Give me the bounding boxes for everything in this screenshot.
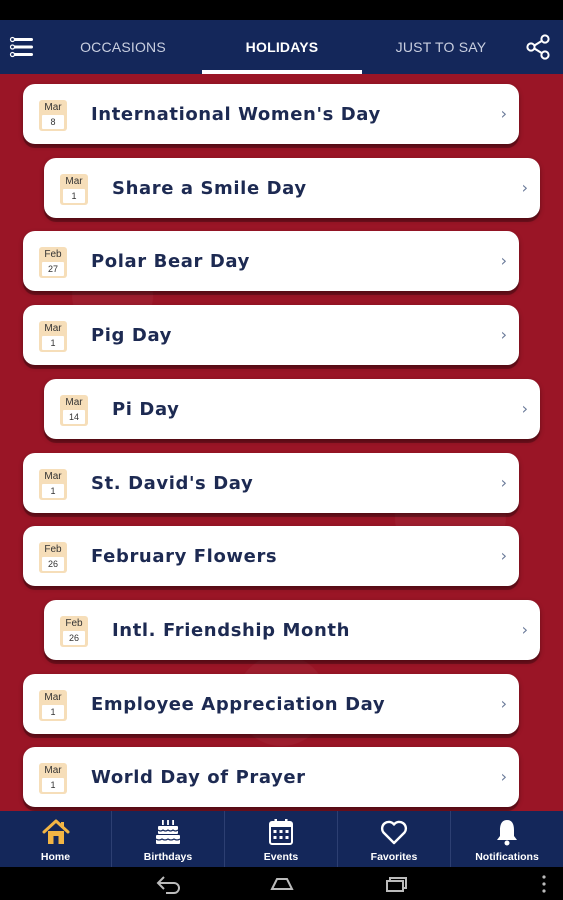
date-badge: Mar 1 (39, 469, 67, 500)
nav-notifications[interactable]: Notifications (450, 811, 563, 867)
chevron-right-icon: › (500, 251, 507, 270)
holiday-title: International Women's Day (91, 104, 381, 125)
date-day: 1 (63, 189, 85, 203)
bell-icon (497, 820, 517, 846)
holiday-title: Pi Day (112, 399, 180, 420)
list-item[interactable]: Feb 27 Polar Bear Day › (23, 231, 519, 291)
status-bar (0, 0, 563, 20)
date-day: 1 (42, 705, 64, 719)
tab-just-to-say[interactable]: JUST TO SAY (378, 20, 504, 74)
nav-label: Notifications (475, 851, 539, 863)
date-day: 1 (42, 778, 64, 792)
chevron-right-icon: › (500, 767, 507, 786)
chevron-right-icon: › (500, 104, 507, 123)
date-day: 26 (42, 557, 64, 571)
date-badge: Feb 26 (39, 542, 67, 573)
nav-events[interactable]: Events (224, 811, 337, 867)
holiday-title: Polar Bear Day (91, 251, 250, 272)
menu-button[interactable] (8, 34, 36, 60)
top-app-bar: OCCASIONS HOLIDAYS JUST TO SAY (0, 20, 563, 74)
share-button[interactable] (524, 33, 552, 61)
holiday-title: February Flowers (91, 546, 278, 567)
home-outline-icon (270, 878, 294, 890)
list-item[interactable]: Mar 8 International Women's Day › (23, 84, 519, 144)
date-day: 26 (63, 631, 85, 645)
back-arrow-icon (156, 876, 180, 894)
nav-label: Events (263, 851, 299, 863)
chevron-right-icon: › (521, 620, 528, 639)
chevron-right-icon: › (521, 399, 528, 418)
date-month: Feb (44, 249, 62, 260)
list-item[interactable]: Mar 1 St. David's Day › (23, 453, 519, 513)
date-day: 1 (42, 484, 64, 498)
holiday-title: World Day of Prayer (91, 767, 306, 788)
date-month: Mar (44, 102, 62, 113)
calendar-icon (269, 819, 293, 845)
nav-label: Birthdays (143, 851, 193, 863)
holiday-title: Share a Smile Day (112, 178, 307, 199)
chevron-right-icon: › (500, 473, 507, 492)
date-badge: Mar 8 (39, 100, 67, 131)
list-item[interactable]: Feb 26 Intl. Friendship Month › (44, 600, 540, 660)
list-item[interactable]: Mar 1 World Day of Prayer › (23, 747, 519, 807)
date-month: Mar (44, 471, 62, 482)
nav-favorites[interactable]: Favorites (337, 811, 450, 867)
date-badge: Mar 14 (60, 395, 88, 426)
vertical-dots-icon (542, 875, 546, 893)
chevron-right-icon: › (500, 325, 507, 344)
nav-birthdays[interactable]: Birthdays (111, 811, 224, 867)
date-day: 27 (42, 262, 64, 276)
date-badge: Mar 1 (60, 174, 88, 205)
date-month: Mar (44, 323, 62, 334)
date-badge: Mar 1 (39, 763, 67, 794)
nav-label: Favorites (370, 851, 418, 863)
date-day: 14 (63, 410, 85, 424)
date-badge: Mar 1 (39, 321, 67, 352)
system-navigation-bar (0, 867, 563, 900)
holiday-title: St. David's Day (91, 473, 254, 494)
date-day: 8 (42, 115, 64, 129)
recent-apps-icon (386, 877, 407, 892)
list-item[interactable]: Mar 1 Pig Day › (23, 305, 519, 365)
chevron-right-icon: › (500, 546, 507, 565)
holiday-list: Mar 8 International Women's Day › Mar 1 … (0, 74, 563, 811)
birthday-cake-icon (155, 820, 181, 844)
nav-home[interactable]: Home (0, 811, 111, 867)
chevron-right-icon: › (500, 694, 507, 713)
list-item[interactable]: Mar 14 Pi Day › (44, 379, 540, 439)
chevron-right-icon: › (521, 178, 528, 197)
date-month: Mar (65, 397, 83, 408)
date-badge: Mar 1 (39, 690, 67, 721)
share-icon (526, 34, 550, 60)
date-day: 1 (42, 336, 64, 350)
date-badge: Feb 27 (39, 247, 67, 278)
nav-label: Home (40, 851, 71, 863)
recent-apps-button[interactable] (381, 873, 411, 895)
home-icon (42, 819, 69, 844)
heart-icon (380, 820, 408, 845)
list-item[interactable]: Mar 1 Share a Smile Day › (44, 158, 540, 218)
holiday-title: Pig Day (91, 325, 172, 346)
tab-occasions[interactable]: OCCASIONS (56, 20, 190, 74)
date-month: Feb (65, 618, 83, 629)
date-month: Mar (44, 692, 62, 703)
date-month: Feb (44, 544, 62, 555)
date-month: Mar (44, 765, 62, 776)
list-item[interactable]: Mar 1 Employee Appreciation Day › (23, 674, 519, 734)
back-button[interactable] (154, 873, 184, 895)
holiday-title: Intl. Friendship Month (112, 620, 351, 641)
home-system-button[interactable] (267, 873, 297, 895)
holiday-title: Employee Appreciation Day (91, 694, 386, 715)
date-month: Mar (65, 176, 83, 187)
date-badge: Feb 26 (60, 616, 88, 647)
list-item[interactable]: Feb 26 February Flowers › (23, 526, 519, 586)
bottom-navigation: Home Birthdays Events Favorites Notifica… (0, 811, 563, 867)
hamburger-menu-icon (9, 36, 33, 58)
overflow-menu-button[interactable] (540, 873, 548, 895)
tab-holidays[interactable]: HOLIDAYS (202, 20, 362, 74)
